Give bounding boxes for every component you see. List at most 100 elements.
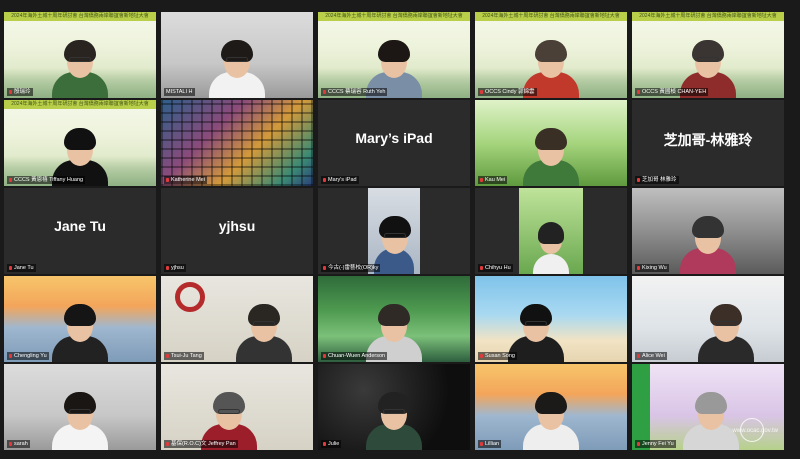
participant-video xyxy=(52,378,108,450)
participant-name-label: Jenny Fei Yu xyxy=(635,440,676,448)
mic-muted-icon xyxy=(166,265,169,270)
event-banner: 2024年海外土城十周年研討會 台灣僑務兩岸聯誼會新地址大會 xyxy=(4,12,156,21)
participant-video xyxy=(523,114,579,186)
participant-name-label: Chuan-Wuen Anderson xyxy=(321,352,388,360)
participant-video xyxy=(52,26,108,98)
participant-name-label: sarah xyxy=(7,440,30,448)
video-tile[interactable]: 2024年海外土城十周年研討會 台灣僑務兩岸聯誼會新地址大會 殷瑞玲 xyxy=(4,12,156,98)
participant-name: Chengling Yu xyxy=(14,353,47,359)
participant-display-name: Jane Tu xyxy=(54,218,106,234)
video-tile[interactable]: 今古(-)雷藝校(OR)ky xyxy=(318,188,470,274)
participant-name-label: Susan Song xyxy=(478,352,517,360)
mic-muted-icon xyxy=(9,89,12,94)
video-grid: 2024年海外土城十周年研討會 台灣僑務兩岸聯誼會新地址大會 殷瑞玲 MISTA… xyxy=(0,8,800,459)
participant-video xyxy=(680,202,736,274)
participant-name: OCCS 黃國楨 CHAN-YEH xyxy=(642,89,707,95)
participant-name: MISTALI H xyxy=(166,89,193,95)
mic-muted-icon xyxy=(166,441,169,446)
mic-muted-icon xyxy=(480,89,483,94)
mic-muted-icon xyxy=(9,441,12,446)
video-tile[interactable]: sarah xyxy=(4,364,156,450)
participant-name-label: 基保(R.O.C)文 Jeffrey Pan xyxy=(164,440,238,448)
wreath-decoration xyxy=(175,282,205,312)
participant-display-name: 芝加哥-林雅玲 xyxy=(663,132,753,148)
mic-muted-icon xyxy=(9,177,12,182)
participant-name-label: 今古(-)雷藝校(OR)ky xyxy=(321,264,381,272)
video-tile[interactable]: Katherine Mei xyxy=(161,100,313,186)
participant-name-label: Mary's iPad xyxy=(321,176,359,184)
mic-muted-icon xyxy=(166,177,169,182)
mic-muted-icon xyxy=(9,353,12,358)
mic-muted-icon xyxy=(9,265,12,270)
participant-name-label: CCCS 黃恩禧 Tiffany Huang xyxy=(7,176,86,184)
event-banner: 2024年海外土城十周年研討會 台灣僑務兩岸聯誼會新地址大會 xyxy=(4,100,156,109)
participant-name: Katherine Mei xyxy=(171,177,205,183)
participant-video xyxy=(209,26,265,98)
event-banner: 2024年海外土城十周年研討會 台灣僑務兩岸聯誼會新地址大會 xyxy=(632,12,784,21)
video-tile[interactable]: Chihyu Hu xyxy=(475,188,627,274)
participant-name: Alice Wei xyxy=(642,353,665,359)
participant-name-label: Chengling Yu xyxy=(7,352,49,360)
mic-muted-icon xyxy=(637,89,640,94)
participant-display-name: Mary’s iPad xyxy=(355,130,433,146)
participant-name-label: Chihyu Hu xyxy=(478,264,513,272)
video-tile[interactable]: 2024年海外土城十周年研討會 台灣僑務兩岸聯誼會新地址大會 OCCS 黃國楨 … xyxy=(632,12,784,98)
participant-name: Jane Tu xyxy=(14,265,34,271)
video-tile[interactable]: Julie xyxy=(318,364,470,450)
video-tile[interactable]: Chengling Yu xyxy=(4,276,156,362)
mic-muted-icon xyxy=(323,353,326,358)
participant-name: 殷瑞玲 xyxy=(14,89,31,95)
participant-name: 今古(-)雷藝校(OR)ky xyxy=(328,265,379,271)
participant-video xyxy=(52,290,108,362)
participant-name-label: Lillian xyxy=(478,440,502,448)
participant-name-label: OCCS Cindy 郭錦雲 xyxy=(478,88,537,96)
participant-name-label: Tsui-Ju Tang xyxy=(164,352,204,360)
video-tile[interactable]: 2024年海外土城十周年研討會 台灣僑務兩岸聯誼會新地址大會 CCCS 黃恩禧 … xyxy=(4,100,156,186)
participant-name: Chuan-Wuen Anderson xyxy=(328,353,386,359)
ocac-watermark: www.ocac.gov.tw xyxy=(730,418,778,448)
participant-name-label: MISTALI H xyxy=(164,88,195,96)
video-tile[interactable]: Lillian xyxy=(475,364,627,450)
participant-name: 基保(R.O.C)文 Jeffrey Pan xyxy=(171,441,236,447)
participant-name: yjhsu xyxy=(171,265,184,271)
participant-video xyxy=(523,378,579,450)
mic-muted-icon xyxy=(637,177,640,182)
shared-image-mosaic xyxy=(161,100,313,186)
video-tile-camera-off[interactable]: 芝加哥-林雅玲 芝加哥 林雅玲 xyxy=(632,100,784,186)
video-tile[interactable]: 2024年海外土城十周年研討會 台灣僑務兩岸聯誼會新地址大會 CCCS 蔡瑞容 … xyxy=(318,12,470,98)
mic-muted-icon xyxy=(480,441,483,446)
video-tile[interactable]: Tsui-Ju Tang xyxy=(161,276,313,362)
video-tile[interactable]: 2024年海外土城十周年研討會 台灣僑務兩岸聯誼會新地址大會 OCCS Cind… xyxy=(475,12,627,98)
participant-name-label: Katherine Mei xyxy=(164,176,207,184)
participant-name: Kau Mei xyxy=(485,177,506,183)
participant-name: Chihyu Hu xyxy=(485,265,511,271)
video-tile[interactable]: www.ocac.gov.tw Jenny Fei Yu xyxy=(632,364,784,450)
video-tile[interactable]: 基保(R.O.C)文 Jeffrey Pan xyxy=(161,364,313,450)
video-tile[interactable]: Susan Song xyxy=(475,276,627,362)
video-tile-camera-off[interactable]: Mary’s iPad Mary's iPad xyxy=(318,100,470,186)
mic-muted-icon xyxy=(637,265,640,270)
green-door xyxy=(632,364,650,450)
video-tile-camera-off[interactable]: Jane Tu Jane Tu xyxy=(4,188,156,274)
video-tile-active-speaker[interactable]: MISTALI H xyxy=(161,12,313,98)
participant-name: Jenny Fei Yu xyxy=(642,441,674,447)
participant-name-label: Alice Wei xyxy=(635,352,667,360)
video-tile[interactable]: Chuan-Wuen Anderson xyxy=(318,276,470,362)
participant-name: OCCS Cindy 郭錦雲 xyxy=(485,89,535,95)
participant-name: CCCS 蔡瑞容 Ruth Yeh xyxy=(328,89,386,95)
mic-muted-icon xyxy=(637,441,640,446)
participant-name-label: Kixing Wu xyxy=(635,264,669,272)
participant-name-label: Jane Tu xyxy=(7,264,36,272)
video-tile[interactable]: Kixing Wu xyxy=(632,188,784,274)
participant-name: 芝加哥 林雅玲 xyxy=(642,177,677,183)
mic-muted-icon xyxy=(323,265,326,270)
mic-muted-icon xyxy=(480,177,483,182)
video-tile[interactable]: Kau Mei xyxy=(475,100,627,186)
participant-display-name: yjhsu xyxy=(218,218,256,234)
mic-muted-icon xyxy=(480,353,483,358)
participant-video xyxy=(698,290,755,362)
video-tile[interactable]: Alice Wei xyxy=(632,276,784,362)
video-tile-camera-off[interactable]: yjhsu yjhsu xyxy=(161,188,313,274)
participant-name-label: Kau Mei xyxy=(478,176,508,184)
participant-video xyxy=(533,218,569,274)
